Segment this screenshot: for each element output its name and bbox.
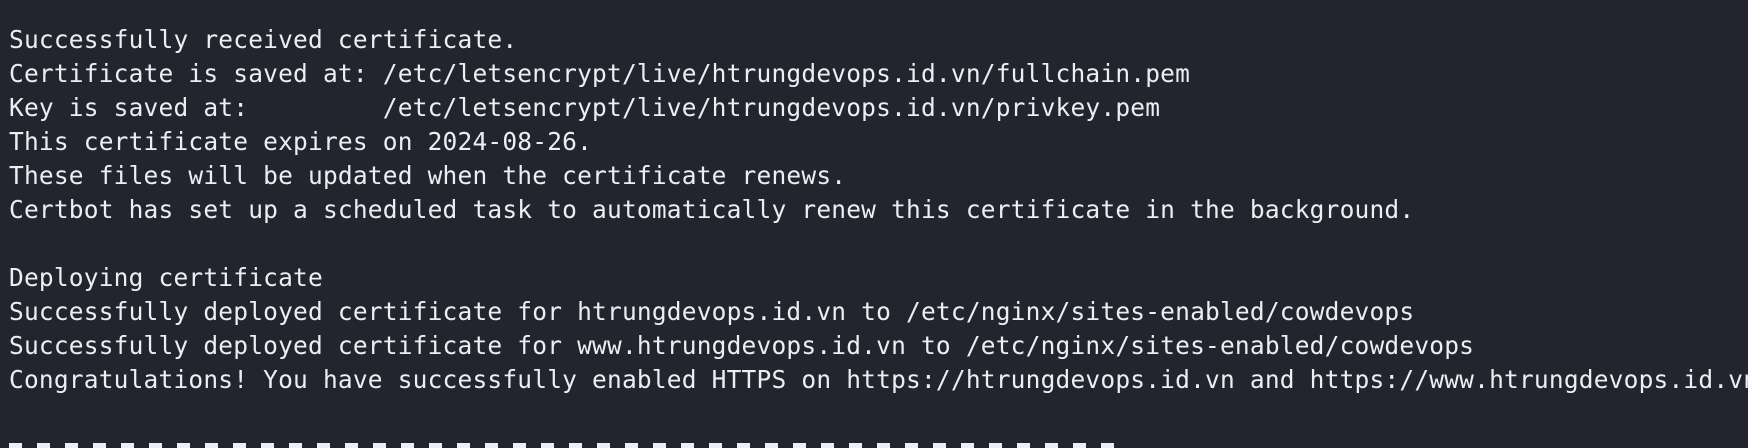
output-line: Key is saved at: /etc/letsencrypt/live/h… bbox=[9, 93, 1161, 122]
dashed-separator bbox=[9, 443, 1119, 448]
output-line: Successfully deployed certificate for ww… bbox=[9, 331, 1475, 360]
output-line: Certificate is saved at: /etc/letsencryp… bbox=[9, 59, 1191, 88]
output-line: Certbot has set up a scheduled task to a… bbox=[9, 195, 1415, 224]
terminal-output[interactable]: Successfully received certificate. Certi… bbox=[0, 0, 1748, 448]
output-line: Successfully received certificate. bbox=[9, 25, 518, 54]
output-line: These files will be updated when the cer… bbox=[9, 161, 847, 190]
output-line: This certificate expires on 2024-08-26. bbox=[9, 127, 593, 156]
output-line: Congratulations! You have successfully e… bbox=[9, 365, 1748, 394]
output-line: Deploying certificate bbox=[9, 263, 323, 292]
output-line: Successfully deployed certificate for ht… bbox=[9, 297, 1415, 326]
